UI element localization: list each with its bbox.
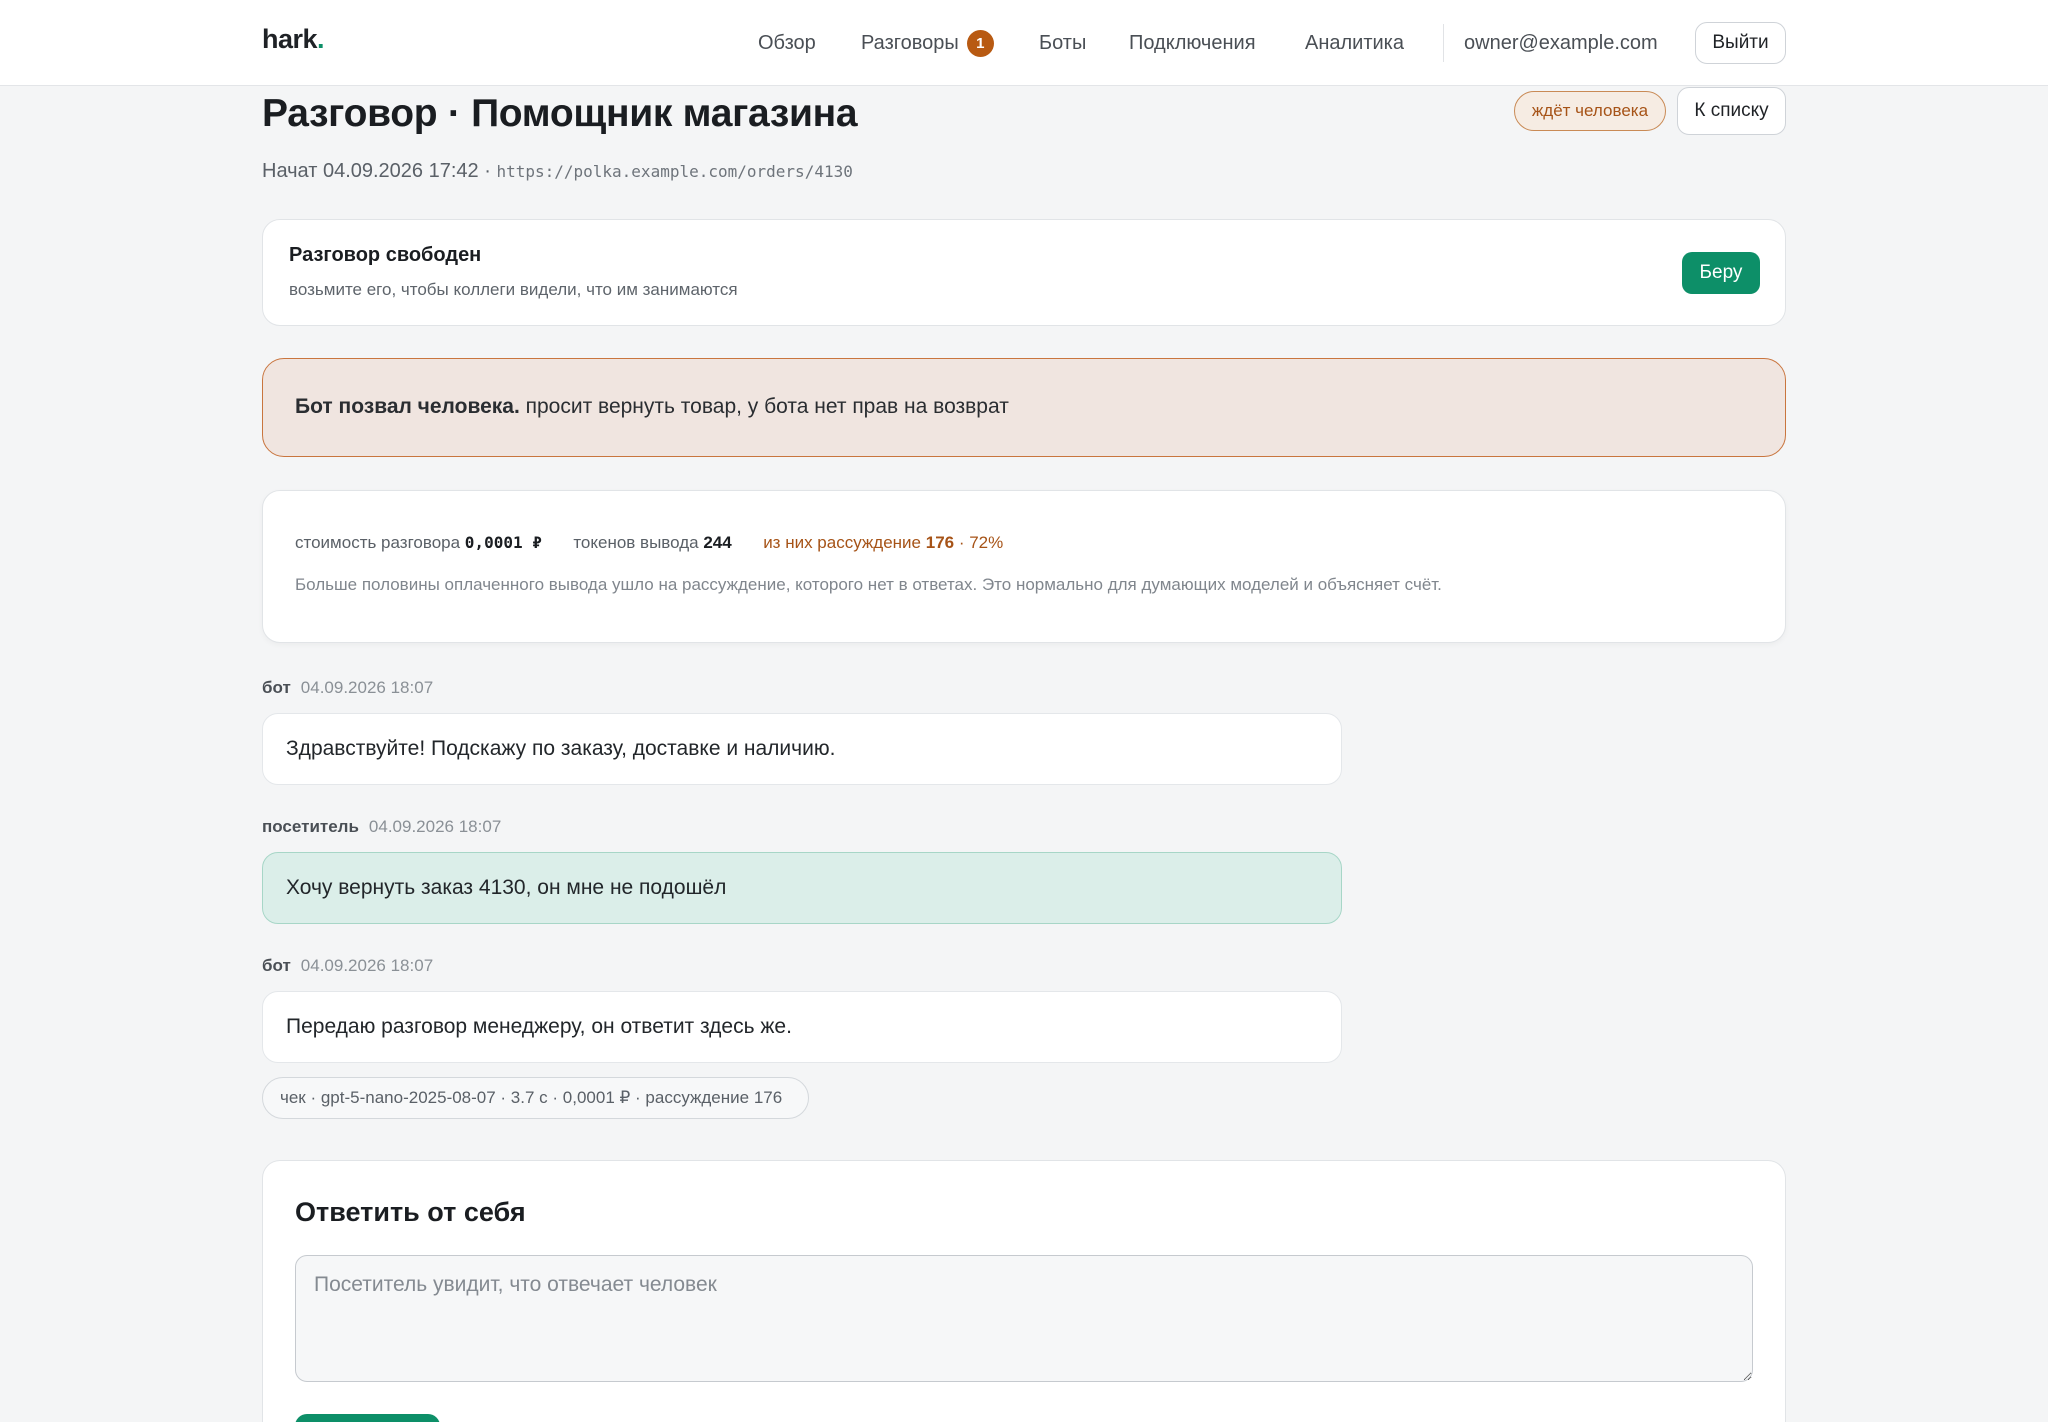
cost-stats-card: стоимость разговора 0,0001 ₽ токенов выв… bbox=[262, 490, 1786, 643]
brand-logo[interactable]: hark. bbox=[262, 24, 325, 55]
user-email: owner@example.com bbox=[1464, 0, 1658, 86]
nav-item-conversations[interactable]: Разговоры 1 bbox=[861, 0, 994, 86]
message-bubble-visitor: Хочу вернуть заказ 4130, он мне не подош… bbox=[262, 852, 1342, 924]
message-meta: посетитель 04.09.2026 18:07 bbox=[262, 817, 501, 837]
take-conversation-button[interactable]: Беру bbox=[1682, 252, 1760, 294]
reasoning-value: 176 bbox=[925, 533, 955, 552]
conversations-count-badge: 1 bbox=[966, 29, 994, 57]
nav-item-overview-label: Обзор bbox=[758, 31, 816, 54]
message-author: бот bbox=[262, 956, 291, 975]
message-bubble-bot: Передаю разговор менеджеру, он ответит з… bbox=[262, 991, 1342, 1063]
escalation-alert-bold: Бот позвал человека. bbox=[295, 395, 520, 418]
tokens-value: 244 bbox=[703, 533, 732, 552]
message-meta: бот 04.09.2026 18:07 bbox=[262, 956, 433, 976]
claim-card: Разговор свободен возьмите его, чтобы ко… bbox=[262, 219, 1786, 326]
cost-label: стоимость разговора bbox=[295, 533, 461, 552]
message-meta: бот 04.09.2026 18:07 bbox=[262, 678, 433, 698]
conversation-meta: Начат 04.09.2026 17:42 · https://polka.e… bbox=[262, 160, 853, 183]
reply-textarea[interactable] bbox=[295, 1255, 1753, 1382]
reasoning-share: · 72% bbox=[954, 533, 1004, 552]
cost-stats-line: стоимость разговора 0,0001 ₽ токенов выв… bbox=[295, 533, 1003, 553]
nav-item-connections-label: Подключения bbox=[1129, 31, 1256, 54]
nav-item-conversations-label: Разговоры bbox=[861, 31, 959, 54]
reasoning-label: из них рассуждение bbox=[763, 533, 921, 552]
escalation-alert-reason: просит вернуть товар, у бота нет прав на… bbox=[519, 395, 1009, 418]
nav-item-analytics-label: Аналитика bbox=[1305, 31, 1404, 54]
message-time: 04.09.2026 18:07 bbox=[300, 678, 434, 697]
message-author: посетитель bbox=[262, 817, 359, 836]
reasoning-stat: из них рассуждение 176 · 72% bbox=[763, 533, 1003, 552]
status-badge: ждёт человека bbox=[1514, 91, 1666, 131]
send-reply-button[interactable] bbox=[295, 1414, 440, 1422]
tokens-label: токенов вывода bbox=[573, 533, 699, 552]
cost-value: 0,0001 ₽ bbox=[464, 533, 542, 552]
nav-item-bots-label: Боты bbox=[1039, 31, 1087, 54]
conversation-started: Начат 04.09.2026 17:42 · bbox=[262, 160, 497, 182]
nav-item-overview[interactable]: Обзор bbox=[758, 0, 816, 86]
nav-item-bots[interactable]: Боты bbox=[1039, 0, 1086, 86]
escalation-alert: Бот позвал человека. просит вернуть това… bbox=[262, 358, 1786, 457]
message-time: 04.09.2026 18:07 bbox=[368, 817, 502, 836]
model-receipt-chip[interactable]: чек · gpt-5-nano-2025-08-07 · 3.7 с · 0,… bbox=[262, 1077, 809, 1119]
logout-button[interactable]: Выйти bbox=[1695, 22, 1786, 64]
reply-card: Ответить от себя bbox=[262, 1160, 1786, 1422]
brand-name: hark bbox=[262, 24, 318, 54]
nav-item-connections[interactable]: Подключения bbox=[1129, 0, 1256, 86]
claim-description: возьмите его, чтобы коллеги видели, что … bbox=[289, 280, 738, 299]
page-title: Разговор · Помощник магазина bbox=[262, 92, 858, 135]
conversation-source-url[interactable]: https://polka.example.com/orders/4130 bbox=[496, 162, 852, 181]
cost-explanation-note: Больше половины оплаченного вывода ушло … bbox=[295, 575, 1442, 594]
top-navigation-bar: hark. Обзор Разговоры 1 Боты Подключения… bbox=[0, 0, 2048, 86]
nav-divider bbox=[1443, 24, 1444, 62]
message-author: бот bbox=[262, 678, 291, 697]
claim-title: Разговор свободен bbox=[289, 244, 482, 266]
user-email-text: owner@example.com bbox=[1464, 31, 1658, 54]
reply-title: Ответить от себя bbox=[295, 1197, 526, 1227]
back-to-list-button[interactable]: К списку bbox=[1677, 87, 1786, 135]
escalation-alert-text: Бот позвал человека. просит вернуть това… bbox=[295, 395, 1009, 419]
message-bubble-bot: Здравствуйте! Подскажу по заказу, достав… bbox=[262, 713, 1342, 785]
message-time: 04.09.2026 18:07 bbox=[300, 956, 434, 975]
brand-dot: . bbox=[317, 24, 325, 54]
nav-item-analytics[interactable]: Аналитика bbox=[1305, 0, 1404, 86]
